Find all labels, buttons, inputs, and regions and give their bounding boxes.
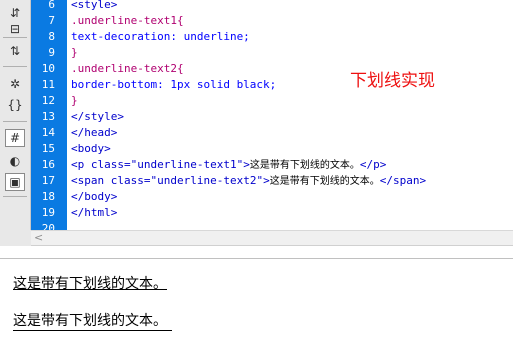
- code-token: </html>: [71, 206, 118, 219]
- code-token: .underline-text1{: [71, 14, 184, 27]
- line-number: 16: [41, 158, 55, 171]
- code-token: </style>: [71, 110, 124, 123]
- toolbar-divider: [3, 37, 27, 38]
- select-parent-tag-icon[interactable]: ✲: [5, 75, 25, 93]
- expand-selection-icon[interactable]: ⇅: [5, 42, 25, 60]
- code-line: }: [71, 45, 78, 61]
- code-token: >: [263, 174, 270, 187]
- code-line: .underline-text1{: [71, 13, 184, 29]
- line-number: 8: [48, 30, 55, 43]
- line-number: 19: [41, 206, 55, 219]
- code-line: <span class="underline-text2">这是带有下划线的文本…: [71, 173, 426, 189]
- code-token: class="underline-text2": [110, 174, 264, 187]
- code-token: }: [71, 46, 78, 59]
- code-line: <style>: [71, 0, 117, 13]
- line-number: 13: [41, 110, 55, 123]
- code-line: </body>: [71, 189, 117, 205]
- code-token: <style>: [71, 0, 118, 11]
- line-number: 15: [41, 142, 55, 155]
- code-token: >: [243, 158, 250, 171]
- line-number: 11: [41, 78, 55, 91]
- code-line: .underline-text2{: [71, 61, 184, 77]
- code-token: 这是带有下划线的文本。: [249, 160, 360, 171]
- horizontal-scrollbar[interactable]: <: [31, 230, 513, 246]
- scroll-left-icon[interactable]: <: [34, 231, 43, 245]
- code-token: text-decoration: underline;: [71, 30, 250, 43]
- line-number: 6: [48, 0, 55, 11]
- preview-underline-text2: 这是带有下划线的文本。: [13, 310, 172, 331]
- code-token: </body>: [71, 190, 118, 203]
- line-number: 18: [41, 190, 55, 203]
- code-line: }: [71, 93, 78, 109]
- code-token: <p: [71, 158, 91, 171]
- code-token: </span>: [379, 174, 427, 187]
- line-numbers-icon[interactable]: #: [5, 129, 25, 147]
- code-token: .underline-text2{: [71, 62, 184, 75]
- line-number: 17: [41, 174, 55, 187]
- collapse-selection-icon[interactable]: ⊟: [5, 20, 25, 38]
- coding-toolbar: ⇵⊟⇅✲{}#◐▣»: [0, 0, 31, 240]
- preview-underline-text1: 这是带有下划线的文本。: [13, 276, 167, 292]
- code-line: <body>: [71, 141, 111, 157]
- code-line: </head>: [71, 125, 117, 141]
- line-number: 14: [41, 126, 55, 139]
- code-line: </style>: [71, 109, 124, 125]
- code-line: </html>: [71, 205, 117, 221]
- line-number: 7: [48, 14, 55, 27]
- syntax-coloring-icon[interactable]: ▣: [5, 173, 25, 191]
- code-token: <span: [71, 174, 111, 187]
- code-line: border-bottom: 1px solid black;: [71, 77, 276, 93]
- toolbar-divider: [3, 121, 27, 122]
- toolbar-divider: [3, 196, 27, 197]
- code-line: <p class="underline-text1">这是带有下划线的文本。</…: [71, 157, 386, 173]
- toolbar-divider: [3, 66, 27, 67]
- annotation-text: 下划线实现: [350, 71, 435, 91]
- highlight-invalid-code-icon[interactable]: ◐: [5, 152, 25, 170]
- code-token: </p>: [359, 158, 387, 171]
- code-token: }: [71, 94, 78, 107]
- line-number: 9: [48, 46, 55, 59]
- balance-braces-icon[interactable]: {}: [5, 96, 25, 114]
- toolbar-footer: [0, 230, 31, 246]
- code-token: 这是带有下划线的文本。: [269, 176, 380, 187]
- line-number: 10: [41, 62, 55, 75]
- code-token: border-bottom: 1px solid black;: [71, 78, 277, 91]
- line-number-gutter: 6 7 8 9 10 11 12 13 14 15 16 17 18 19 20: [31, 0, 67, 235]
- code-token: class="underline-text1": [90, 158, 244, 171]
- code-area[interactable]: <style> .underline-text1{ text-decoration:…: [71, 0, 513, 230]
- code-editor: ⇵⊟⇅✲{}#◐▣» 67891011121314151617181920 <s…: [0, 0, 513, 240]
- code-token: </head>: [71, 126, 118, 139]
- code-line: text-decoration: underline;: [71, 29, 250, 45]
- live-preview-pane: 这是带有下划线的文本。 这是带有下划线的文本。: [0, 258, 513, 344]
- code-token: <body>: [71, 142, 111, 155]
- line-number: 12: [41, 94, 55, 107]
